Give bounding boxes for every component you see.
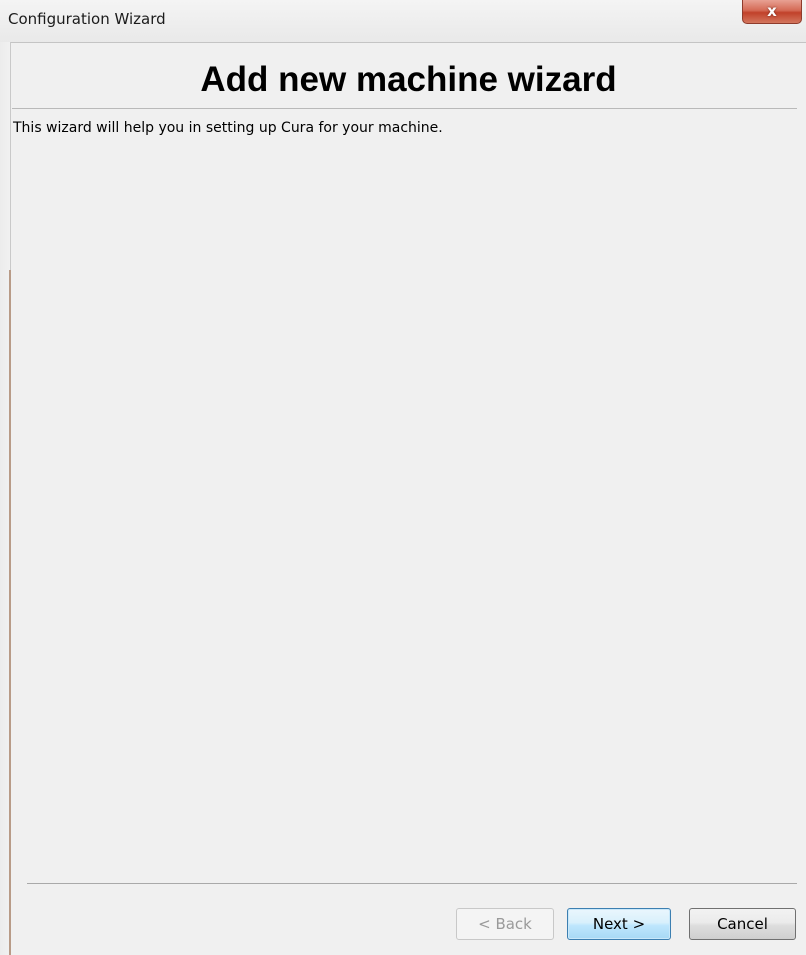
close-icon: x bbox=[767, 2, 777, 20]
next-button[interactable]: Next > bbox=[567, 908, 671, 940]
wizard-page: Add new machine wizard This wizard will … bbox=[11, 43, 806, 955]
wizard-description: This wizard will help you in setting up … bbox=[13, 120, 443, 136]
back-button[interactable]: < Back bbox=[456, 908, 554, 940]
heading-separator bbox=[12, 108, 797, 109]
window-title: Configuration Wizard bbox=[8, 10, 166, 28]
wizard-heading: Add new machine wizard bbox=[200, 60, 617, 99]
close-button[interactable]: x bbox=[742, 0, 802, 24]
footer-separator bbox=[27, 883, 797, 884]
title-bar: Configuration Wizard x bbox=[0, 0, 806, 43]
configuration-wizard-window: Configuration Wizard x Add new machine w… bbox=[0, 0, 806, 955]
cancel-button[interactable]: Cancel bbox=[689, 908, 796, 940]
